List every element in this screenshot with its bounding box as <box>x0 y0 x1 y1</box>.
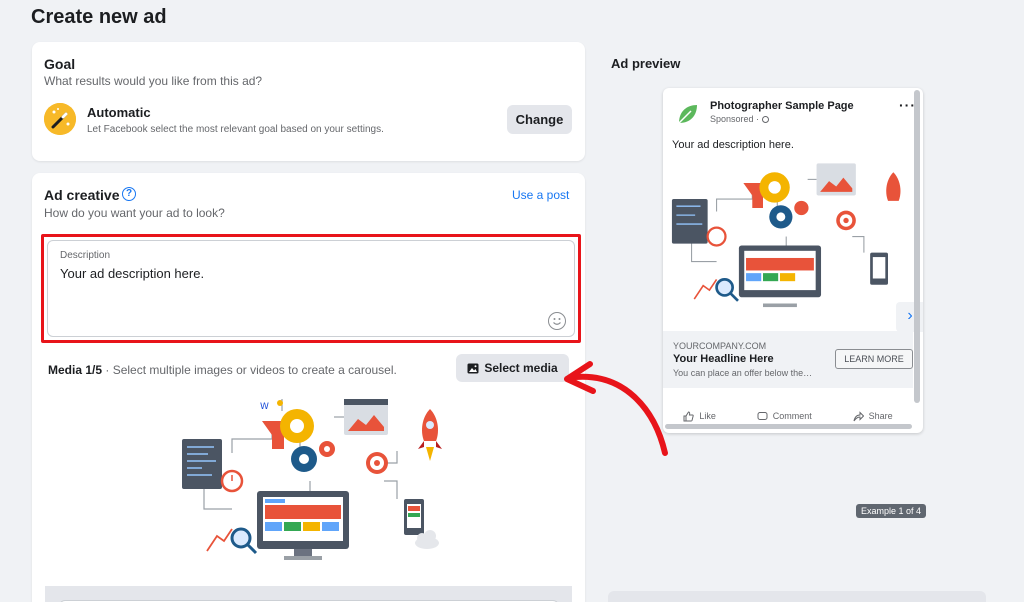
example-badge: Example 1 of 4 <box>856 504 927 518</box>
image-icon <box>467 363 479 373</box>
goal-name: Automatic <box>87 105 151 120</box>
sponsored-label: Sponsored · <box>710 114 769 124</box>
post-actions: Like Comment Share <box>663 406 913 426</box>
ad-creative-subtitle: How do you want your ad to look? <box>44 206 225 220</box>
help-icon[interactable]: ? <box>122 187 136 201</box>
link-domain: YOURCOMPANY.COM <box>673 341 767 351</box>
description-value[interactable]: Your ad description here. <box>60 266 204 281</box>
like-label: Like <box>699 411 716 421</box>
preview-ad-text: Your ad description here. <box>672 139 794 151</box>
thumbs-up-icon <box>683 410 695 421</box>
share-action[interactable]: Share <box>853 406 893 426</box>
page-title: Create new ad <box>31 6 167 28</box>
vertical-scrollbar[interactable] <box>914 90 920 403</box>
like-action[interactable]: Like <box>683 406 716 426</box>
media-count: Media 1/5 <box>48 363 103 377</box>
goal-heading: Goal <box>44 56 76 72</box>
link-headline: Your Headline Here <box>673 353 774 365</box>
globe-icon <box>761 116 769 124</box>
ad-preview-card: Photographer Sample Page Sponsored · ···… <box>663 88 923 433</box>
preview-illustration <box>671 163 901 308</box>
comment-icon <box>757 411 768 420</box>
page-name[interactable]: Photographer Sample Page <box>710 100 854 112</box>
description-label: Description <box>60 250 111 261</box>
description-field[interactable]: Description Your ad description here. <box>47 240 575 337</box>
media-label: Media 1/5 · Select multiple images or vi… <box>48 363 397 377</box>
media-hint: · Select multiple images or videos to cr… <box>105 363 397 377</box>
comment-label: Comment <box>772 411 812 421</box>
ad-creative-heading: Ad creative <box>44 187 120 203</box>
learn-more-button[interactable]: LEARN MORE <box>835 349 913 369</box>
ad-creative-card: Ad creative ? Use a post How do you want… <box>32 173 585 602</box>
link-offer: You can place an offer below the… <box>673 368 813 378</box>
description-highlight-box: Description Your ad description here. <box>41 234 581 343</box>
link-preview-bar[interactable]: YOURCOMPANY.COM Your Headline Here You c… <box>663 331 913 388</box>
bottom-right-panel <box>608 591 986 602</box>
horizontal-scrollbar[interactable] <box>665 424 912 429</box>
svg-text:W: W <box>260 402 269 412</box>
marketing-illustration: W <box>182 399 442 560</box>
ad-preview-title: Ad preview <box>611 56 681 71</box>
goal-description: Let Facebook select the most relevant go… <box>87 124 384 135</box>
goal-subtitle: What results would you like from this ad… <box>44 74 263 88</box>
annotation-arrow <box>564 361 668 456</box>
leaf-logo-icon <box>675 101 701 127</box>
goal-card: Goal What results would you like from th… <box>32 42 585 161</box>
magic-wand-icon <box>44 103 76 135</box>
change-goal-button[interactable]: Change <box>507 105 572 134</box>
sponsored-text: Sponsored · <box>710 114 762 124</box>
emoji-icon[interactable] <box>548 312 566 330</box>
bottom-section <box>45 586 572 602</box>
share-icon <box>853 410 864 421</box>
share-label: Share <box>868 411 893 421</box>
use-a-post-link[interactable]: Use a post <box>512 188 569 202</box>
comment-action[interactable]: Comment <box>757 406 812 426</box>
